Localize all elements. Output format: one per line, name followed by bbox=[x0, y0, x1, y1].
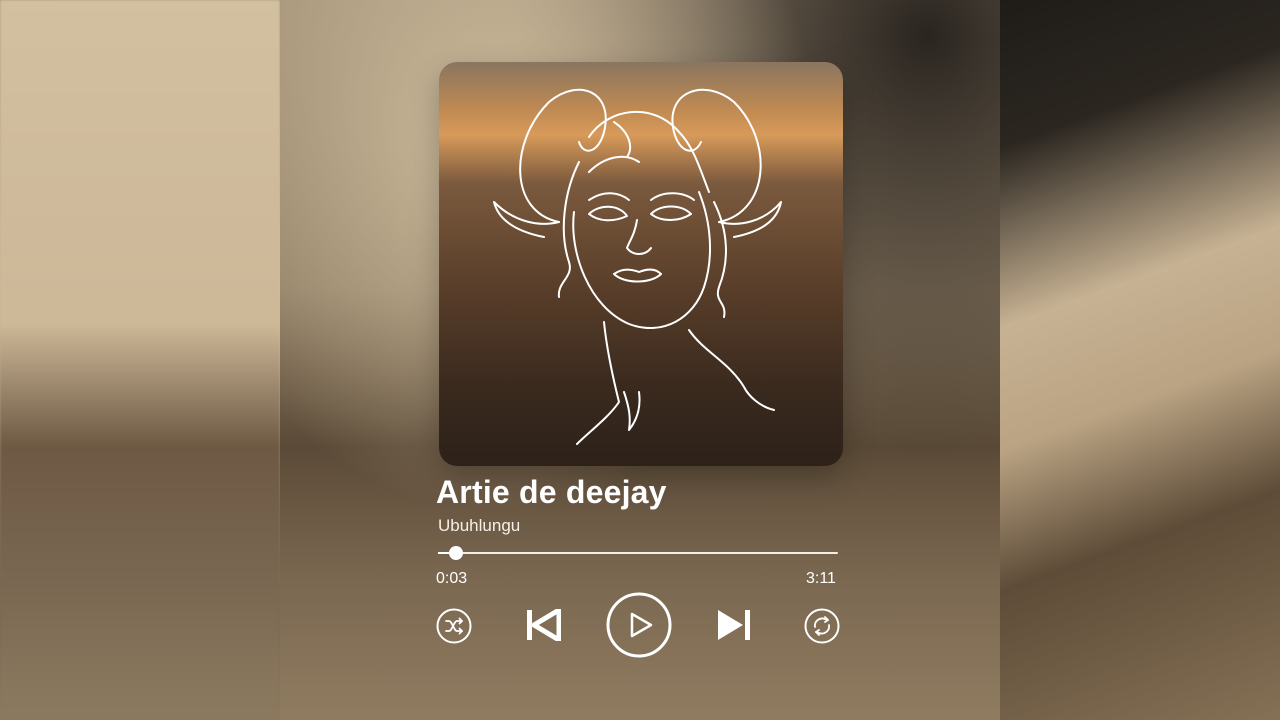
line-art-portrait bbox=[493, 88, 782, 445]
progress-knob[interactable] bbox=[449, 546, 463, 560]
album-art bbox=[439, 62, 843, 466]
shuffle-icon bbox=[436, 608, 472, 644]
skip-next-icon bbox=[718, 610, 750, 640]
background-left-blur bbox=[0, 0, 280, 720]
skip-previous-icon bbox=[527, 609, 561, 641]
play-icon bbox=[606, 592, 672, 658]
previous-button[interactable] bbox=[525, 609, 561, 641]
background-right-blur bbox=[1000, 0, 1280, 720]
progress-bar[interactable] bbox=[438, 546, 838, 560]
repeat-button[interactable] bbox=[804, 608, 840, 644]
repeat-icon bbox=[804, 608, 840, 644]
play-button[interactable] bbox=[606, 592, 672, 658]
track-artist: Ubuhlungu bbox=[438, 516, 521, 535]
shuffle-button[interactable] bbox=[436, 608, 472, 644]
track-title: Artie de deejay bbox=[436, 474, 667, 510]
next-button[interactable] bbox=[716, 609, 752, 641]
elapsed-time: 0:03 bbox=[436, 570, 468, 587]
total-duration: 3:11 bbox=[806, 570, 836, 587]
